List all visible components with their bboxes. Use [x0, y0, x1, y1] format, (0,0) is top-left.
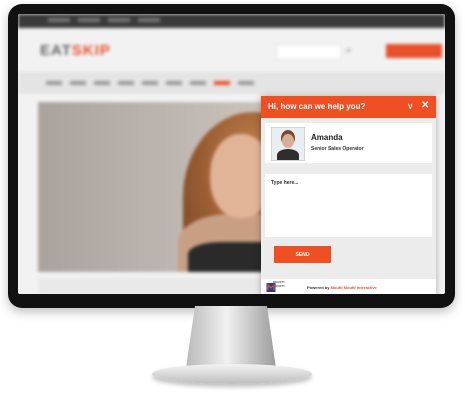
website-nav-item [46, 81, 62, 85]
website-search-box [276, 44, 342, 60]
send-button[interactable]: SEND [274, 246, 331, 263]
website-nav-item [166, 81, 182, 85]
powered-by-prefix: Powered by [307, 285, 331, 290]
website-nav-item [94, 81, 110, 85]
monitor: EATSKIP ⌕ Hi, how can we help you? ∨ ✕ A… [8, 4, 455, 308]
operator-card: Amanda Senior Sales Operator [265, 123, 432, 163]
website-top-link [78, 18, 100, 22]
website-top-strip [18, 14, 445, 28]
powered-by-text: Powered by Moufti Moufti Interactive [307, 285, 377, 290]
brand-logo-text: MOUFTI MOUFTI [273, 280, 285, 288]
chat-footer: MOUFTI MOUFTI Powered by Moufti Moufti In… [261, 279, 436, 294]
chat-title: Hi, how can we help you? [268, 102, 366, 111]
avatar [271, 127, 305, 161]
website-header-button [386, 44, 442, 58]
website-nav-item [142, 81, 158, 85]
monitor-stand-neck [186, 306, 276, 368]
website-top-link [108, 18, 130, 22]
operator-name: Amanda [311, 133, 343, 142]
website-top-link [48, 18, 70, 22]
website-nav-item-active [214, 81, 230, 85]
powered-by-brand[interactable]: Moufti Moufti Interactive [331, 285, 377, 290]
chat-widget: Hi, how can we help you? ∨ ✕ Amanda Seni… [261, 96, 436, 294]
close-icon[interactable]: ✕ [421, 100, 429, 112]
monitor-stand-base [152, 364, 312, 384]
avatar-body [277, 149, 299, 160]
chevron-down-icon[interactable]: ∨ [407, 101, 414, 111]
website-nav [18, 72, 445, 94]
website-nav-item [70, 81, 86, 85]
operator-role: Senior Sales Operator [311, 146, 364, 152]
website-nav-item [190, 81, 206, 85]
screen: EATSKIP ⌕ Hi, how can we help you? ∨ ✕ A… [18, 14, 445, 294]
chat-header: Hi, how can we help you? ∨ ✕ [261, 96, 436, 118]
message-input[interactable] [265, 174, 432, 237]
website-logo: EATSKIP [40, 42, 111, 59]
website-nav-item [118, 81, 134, 85]
website-nav-item [238, 81, 254, 85]
search-icon: ⌕ [346, 45, 352, 56]
avatar-head [282, 134, 294, 148]
website-top-link [138, 18, 160, 22]
